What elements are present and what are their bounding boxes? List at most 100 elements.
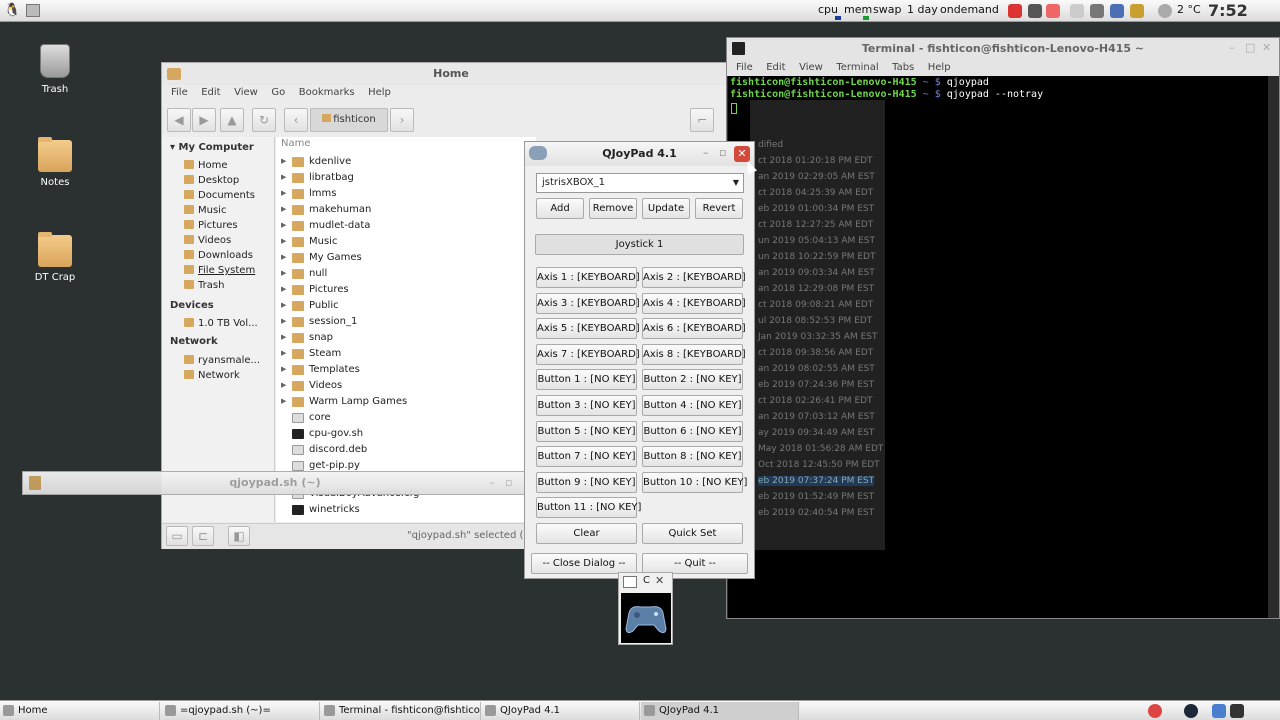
mapping-button[interactable]: Button 2 : [NO KEY]	[642, 369, 743, 391]
minimize-button[interactable]: –	[703, 146, 709, 159]
maximize-button[interactable]: ▫	[719, 146, 726, 159]
sidebar-item-home[interactable]: Home	[184, 160, 228, 171]
sidebar-item-volume[interactable]: 1.0 TB Vol...	[184, 318, 258, 329]
mapping-button[interactable]: Button 3 : [NO KEY]	[536, 395, 637, 416]
maximize-button[interactable]: ▫	[505, 476, 512, 489]
places-toggle-button[interactable]: ▭	[166, 526, 188, 546]
desktop-icon-trash[interactable]: Trash	[20, 44, 90, 95]
expander-icon[interactable]: ▶	[281, 189, 286, 197]
file-row[interactable]: ▶ My Games	[276, 251, 526, 267]
expander-icon[interactable]: ▶	[281, 349, 286, 357]
menu-tabs[interactable]: Tabs	[887, 61, 919, 75]
sidebar-item-trash[interactable]: Trash	[184, 280, 224, 291]
menu-edit[interactable]: Edit	[761, 61, 790, 75]
expander-icon[interactable]: ▶	[281, 221, 286, 229]
shield-icon[interactable]	[1110, 4, 1124, 18]
desktop-icon-notes[interactable]: Notes	[20, 137, 90, 188]
mapping-button[interactable]: Button 7 : [NO KEY]	[536, 446, 637, 468]
up-button[interactable]: ▲	[220, 108, 244, 132]
mapping-button[interactable]: Button 6 : [NO KEY]	[642, 420, 743, 442]
tree-toggle-button[interactable]: ⊏	[192, 526, 214, 546]
task-qjoypad-1[interactable]: QJoyPad 4.1	[482, 702, 640, 720]
file-row[interactable]: cpu-gov.sh	[276, 427, 526, 443]
expander-icon[interactable]: ▶	[281, 237, 286, 245]
expander-icon[interactable]: ▶	[281, 397, 286, 405]
sidebar-item-documents[interactable]: Documents	[184, 190, 255, 201]
qjoypad-sh-window[interactable]: qjoypad.sh (~) – ▫	[22, 471, 528, 495]
workspace-icon-2[interactable]	[1230, 704, 1244, 718]
file-row[interactable]: discord.deb	[276, 443, 526, 459]
file-row[interactable]: ▶ snap	[276, 331, 526, 347]
mapping-button[interactable]: Button 11 : [NO KEY]	[536, 497, 641, 519]
quit-button[interactable]: -- Quit --	[642, 553, 748, 574]
file-row[interactable]: ▶ Templates	[276, 363, 526, 379]
file-row[interactable]: ▶ null	[276, 267, 526, 283]
mapping-button[interactable]: Axis 6 : [KEYBOARD]	[642, 318, 746, 340]
task-terminal[interactable]: Terminal - fishticon@fishtico...	[321, 702, 481, 720]
task-home[interactable]: Home	[0, 702, 160, 720]
clear-button[interactable]: Clear	[536, 523, 637, 544]
sidebar-item-network-host[interactable]: ryansmale...	[184, 355, 260, 366]
task-qjoypad-sh[interactable]: =qjoypad.sh (~)=	[162, 702, 320, 720]
update-button[interactable]: Update	[642, 198, 690, 219]
menu-terminal[interactable]: Terminal	[831, 61, 883, 75]
menu-view[interactable]: View	[229, 85, 263, 100]
joystick-tab[interactable]: Joystick 1	[535, 234, 744, 255]
weather-icon[interactable]	[1158, 4, 1172, 18]
expander-icon[interactable]: ▶	[281, 205, 286, 213]
add-button[interactable]: Add	[536, 198, 584, 219]
close-button[interactable]: ✕	[655, 574, 664, 587]
desktop-icon-dt-crap[interactable]: DT Crap	[20, 232, 90, 283]
file-row[interactable]: ▶ Videos	[276, 379, 526, 395]
file-row[interactable]: ▶ Music	[276, 235, 526, 251]
mapping-button[interactable]: Axis 5 : [KEYBOARD]	[536, 318, 640, 340]
expander-icon[interactable]: ▶	[281, 173, 286, 181]
expander-icon[interactable]: ▶	[281, 253, 286, 261]
file-row[interactable]: ▶ mudlet-data	[276, 219, 526, 235]
expander-icon[interactable]: ▶	[281, 381, 286, 389]
remove-button[interactable]: Remove	[589, 198, 637, 219]
minimize-button[interactable]: –	[489, 476, 495, 489]
minimize-button[interactable]: –	[1229, 41, 1235, 54]
forward-button[interactable]: ▶	[192, 108, 216, 132]
expander-icon[interactable]: ▶	[281, 157, 286, 165]
record-icon[interactable]	[1008, 4, 1022, 18]
mapping-button[interactable]: Axis 3 : [KEYBOARD]	[536, 292, 640, 314]
pidgin-icon[interactable]	[1130, 4, 1144, 18]
layout-select[interactable]: jstrisXBOX_1 ▼	[536, 173, 744, 193]
mapping-button[interactable]: Button 4 : [NO KEY]	[642, 395, 743, 416]
file-row[interactable]: ▶ Warm Lamp Games	[276, 395, 526, 411]
file-row[interactable]: winetricks	[276, 503, 526, 519]
clock[interactable]: 7:52	[1208, 1, 1248, 20]
expander-icon[interactable]: ▶	[281, 365, 286, 373]
steam-icon[interactable]	[1184, 704, 1198, 718]
quick-set-button[interactable]: Quick Set	[642, 523, 743, 544]
app-menu-icon[interactable]: 🐧	[4, 3, 20, 18]
mapping-button[interactable]: Axis 8 : [KEYBOARD]	[642, 343, 746, 365]
maximize-button[interactable]: □	[1245, 41, 1255, 54]
sidebar-item-videos[interactable]: Videos	[184, 235, 231, 246]
expander-icon[interactable]: ▶	[281, 317, 286, 325]
expander-icon[interactable]: ▶	[281, 301, 286, 309]
tiny-window[interactable]: C ✕	[618, 572, 673, 645]
show-desktop-icon[interactable]	[26, 4, 40, 17]
menu-file[interactable]: File	[166, 85, 193, 100]
mapping-button[interactable]: Button 10 : [NO KEY]	[642, 471, 747, 493]
path-left-button[interactable]: ‹	[284, 108, 308, 132]
terminal-here-button[interactable]: ⌐	[690, 108, 714, 132]
location-button[interactable]: fishticon	[310, 108, 388, 132]
sidebar-item-downloads[interactable]: Downloads	[184, 250, 253, 261]
file-row[interactable]: ▶ kdenlive	[276, 155, 526, 171]
revert-button[interactable]: Revert	[695, 198, 743, 219]
sidebar-toggle-button[interactable]: ◧	[228, 526, 250, 546]
path-right-button[interactable]: ›	[390, 108, 414, 132]
mapping-button[interactable]: Axis 1 : [KEYBOARD]	[536, 267, 640, 288]
volume-icon[interactable]	[1090, 4, 1104, 18]
back-button[interactable]: ◀	[167, 108, 191, 132]
menu-bookmarks[interactable]: Bookmarks	[294, 85, 360, 100]
network-icon[interactable]	[1070, 4, 1084, 18]
file-row[interactable]: core	[276, 411, 526, 427]
file-row[interactable]: ▶ lmms	[276, 187, 526, 203]
mapping-button[interactable]: Axis 7 : [KEYBOARD]	[536, 343, 640, 365]
expander-icon[interactable]: ▶	[281, 269, 286, 277]
